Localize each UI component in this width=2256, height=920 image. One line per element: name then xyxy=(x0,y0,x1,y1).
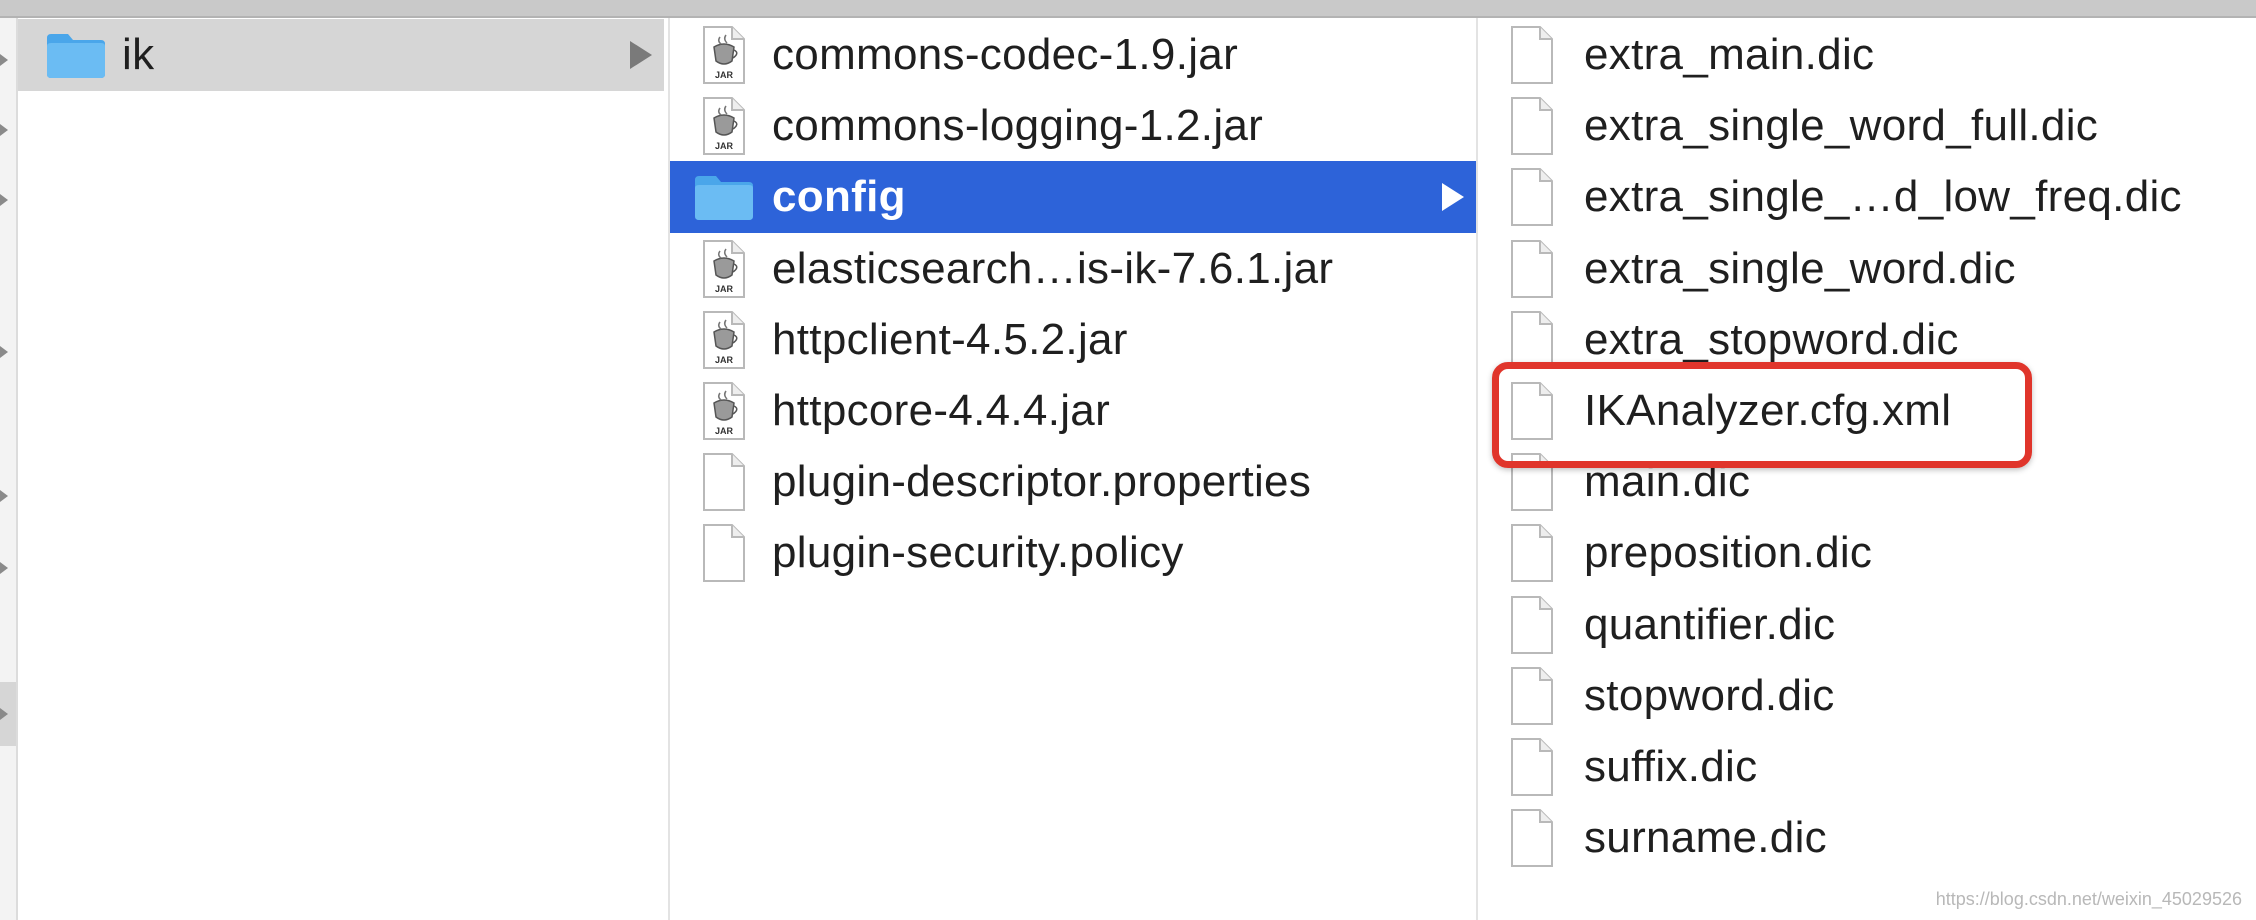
file-item-extra-single-d-low-freq-dic[interactable]: extra_single_…d_low_freq.dic xyxy=(1478,161,2256,233)
disclosure-arrow-icon xyxy=(630,41,652,69)
item-label: extra_single_word_full.dic xyxy=(1584,101,2099,151)
file-item-surname-dic[interactable]: surname.dic xyxy=(1478,802,2256,874)
document-icon xyxy=(1510,737,1554,802)
document-icon xyxy=(1510,239,1554,304)
svg-text:JAR: JAR xyxy=(715,284,734,294)
file-item-commons-codec-1-9-jar[interactable]: JAR commons-codec-1.9.jar xyxy=(670,19,1476,91)
column-ik-contents[interactable]: JAR commons-codec-1.9.jar JAR commons-loggi… xyxy=(668,18,1476,920)
file-item-elasticsearch-is-ik-7-6-1-jar[interactable]: JAR elasticsearch…is-ik-7.6.1.jar xyxy=(670,233,1476,305)
svg-text:JAR: JAR xyxy=(715,70,734,80)
jar-icon: JAR xyxy=(702,25,746,90)
item-label: extra_single_word.dic xyxy=(1584,243,2016,293)
disclosure-arrow-icon xyxy=(0,562,8,574)
item-label: plugin-descriptor.properties xyxy=(772,457,1312,507)
document-icon xyxy=(702,452,746,517)
file-item-httpclient-4-5-2-jar[interactable]: JAR httpclient-4.5.2.jar xyxy=(670,304,1476,376)
file-item-commons-logging-1-2-jar[interactable]: JAR commons-logging-1.2.jar xyxy=(670,90,1476,162)
column-config-contents[interactable]: extra_main.dic extra_single_word_full.dic… xyxy=(1476,18,2256,920)
previous-column-strip[interactable] xyxy=(0,18,18,920)
folder-icon xyxy=(44,30,108,85)
item-label: extra_stopword.dic xyxy=(1584,314,1959,364)
document-icon xyxy=(1510,666,1554,731)
disclosure-arrow-icon xyxy=(0,124,8,136)
disclosure-arrow-icon xyxy=(1442,183,1464,212)
highlight-annotation xyxy=(1492,362,2032,468)
document-icon xyxy=(1510,25,1554,90)
file-item-quantifier-dic[interactable]: quantifier.dic xyxy=(1478,589,2256,661)
document-icon xyxy=(1510,595,1554,660)
item-label: quantifier.dic xyxy=(1584,599,1836,649)
item-label: commons-codec-1.9.jar xyxy=(772,30,1239,79)
file-item-extra-single-word-dic[interactable]: extra_single_word.dic xyxy=(1478,233,2256,305)
item-label: suffix.dic xyxy=(1584,742,1758,791)
item-label: httpcore-4.4.4.jar xyxy=(772,386,1111,435)
disclosure-arrow-icon xyxy=(0,194,8,206)
item-label: httpclient-4.5.2.jar xyxy=(772,314,1128,364)
jar-icon: JAR xyxy=(702,239,746,304)
column-ik-parent[interactable]: ik xyxy=(18,18,664,920)
item-label: extra_main.dic xyxy=(1584,30,1875,79)
document-icon xyxy=(702,523,746,588)
item-label: elasticsearch…is-ik-7.6.1.jar xyxy=(772,243,1334,293)
svg-text:JAR: JAR xyxy=(715,355,734,365)
file-item-preposition-dic[interactable]: preposition.dic xyxy=(1478,517,2256,589)
disclosure-arrow-icon xyxy=(0,490,8,502)
svg-text:JAR: JAR xyxy=(715,141,734,151)
item-label: commons-logging-1.2.jar xyxy=(772,101,1264,151)
svg-text:JAR: JAR xyxy=(715,426,734,436)
jar-icon: JAR xyxy=(702,96,746,161)
jar-icon: JAR xyxy=(702,310,746,375)
file-item-extra-single-word-full-dic[interactable]: extra_single_word_full.dic xyxy=(1478,90,2256,162)
item-label: config xyxy=(772,172,906,222)
document-icon xyxy=(1510,167,1554,232)
document-icon xyxy=(1510,523,1554,588)
file-item-httpcore-4-4-4-jar[interactable]: JAR httpcore-4.4.4.jar xyxy=(670,375,1476,447)
item-label: extra_single_…d_low_freq.dic xyxy=(1584,172,2182,222)
file-item-stopword-dic[interactable]: stopword.dic xyxy=(1478,660,2256,732)
window-top-edge xyxy=(0,0,2256,18)
jar-icon: JAR xyxy=(702,381,746,446)
item-label: preposition.dic xyxy=(1584,528,1873,578)
folder-item-ik[interactable]: ik xyxy=(18,19,664,91)
document-icon xyxy=(1510,96,1554,161)
watermark: https://blog.csdn.net/weixin_45029526 xyxy=(1935,889,2242,909)
item-label: ik xyxy=(122,30,155,79)
item-label: plugin-security.policy xyxy=(772,528,1184,578)
folder-item-config[interactable]: config xyxy=(670,161,1476,234)
file-item-extra-main-dic[interactable]: extra_main.dic xyxy=(1478,19,2256,91)
file-item-plugin-descriptor-properties[interactable]: plugin-descriptor.properties xyxy=(670,446,1476,518)
folder-icon xyxy=(692,172,756,227)
disclosure-arrow-icon xyxy=(0,346,8,358)
disclosure-arrow-icon xyxy=(0,54,8,66)
item-label: surname.dic xyxy=(1584,813,1827,863)
file-item-suffix-dic[interactable]: suffix.dic xyxy=(1478,731,2256,803)
file-item-plugin-security-policy[interactable]: plugin-security.policy xyxy=(670,517,1476,589)
disclosure-arrow-icon xyxy=(0,708,8,720)
item-label: stopword.dic xyxy=(1584,670,1835,720)
document-icon xyxy=(1510,808,1554,873)
